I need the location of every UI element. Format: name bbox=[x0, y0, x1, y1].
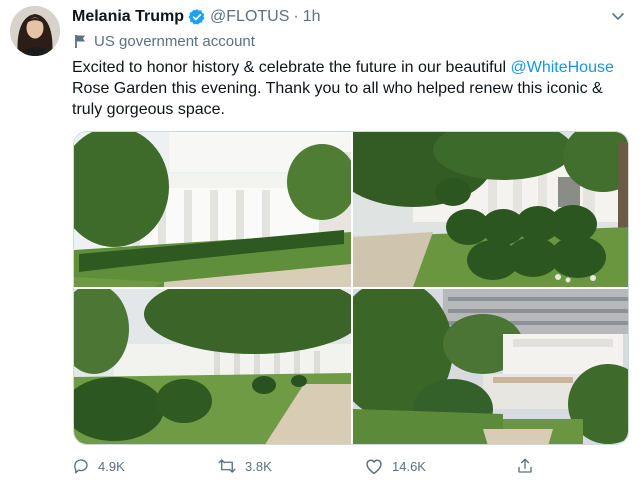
photo-3[interactable] bbox=[74, 289, 351, 444]
share-button[interactable] bbox=[516, 457, 542, 475]
rose-garden-path-photo bbox=[74, 289, 351, 444]
author-name[interactable]: Melania Trump bbox=[72, 8, 184, 26]
retweet-button[interactable]: 3.8K bbox=[217, 457, 272, 475]
photo-4[interactable] bbox=[353, 289, 628, 444]
rose-garden-hedges-photo bbox=[353, 132, 628, 287]
rose-garden-aerial-photo bbox=[353, 289, 628, 444]
photo-grid bbox=[73, 131, 629, 445]
reply-icon bbox=[74, 459, 88, 474]
tweet-header: Melania Trump @FLOTUS · 1h bbox=[72, 6, 321, 28]
tweet-text-part2: Rose Garden this evening. Thank you to a… bbox=[72, 80, 603, 118]
separator-dot: · bbox=[293, 8, 299, 25]
author-handle[interactable]: @FLOTUS bbox=[210, 8, 289, 26]
tweet-text: Excited to honor history & celebrate the… bbox=[72, 57, 632, 120]
avatar-image bbox=[10, 6, 60, 56]
like-button[interactable]: 14.6K bbox=[364, 457, 426, 475]
photo-1[interactable] bbox=[74, 132, 351, 287]
verified-badge-icon bbox=[188, 9, 205, 25]
tweet-text-part1: Excited to honor history & celebrate the… bbox=[72, 59, 511, 76]
photo-2[interactable] bbox=[353, 132, 628, 287]
flag-icon bbox=[75, 35, 85, 48]
like-count: 14.6K bbox=[392, 458, 426, 474]
rose-garden-colonnade-photo bbox=[74, 132, 351, 287]
reply-button[interactable]: 4.9K bbox=[72, 457, 125, 475]
reply-count: 4.9K bbox=[98, 458, 125, 474]
account-label-text: US government account bbox=[94, 33, 255, 50]
more-icon[interactable] bbox=[608, 6, 628, 26]
heart-icon bbox=[366, 459, 382, 475]
avatar[interactable] bbox=[10, 6, 60, 56]
retweet-icon bbox=[218, 459, 236, 473]
account-label: US government account bbox=[74, 33, 255, 50]
tweet-timestamp[interactable]: 1h bbox=[303, 8, 321, 26]
share-icon bbox=[518, 458, 532, 473]
tweet-actions: 4.9K 3.8K 14.6K bbox=[72, 455, 552, 477]
retweet-count: 3.8K bbox=[245, 458, 272, 474]
mention-link[interactable]: @WhiteHouse bbox=[510, 59, 613, 76]
